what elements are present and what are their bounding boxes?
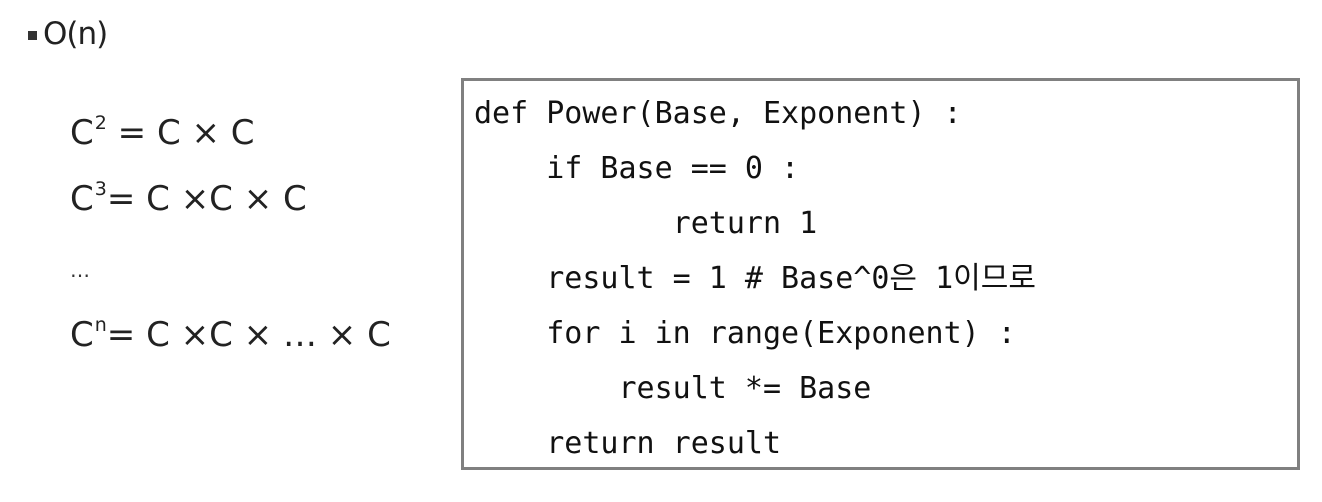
heading-text: O(n) (43, 16, 108, 52)
equation-c-cubed: C3= C ×C × C (70, 179, 307, 219)
code-line-return-result: return result (474, 426, 782, 461)
code-line-return-one: return 1 (474, 206, 818, 241)
equation-exponent: 3 (94, 178, 107, 200)
code-block: def Power(Base, Exponent) : if Base == 0… (461, 78, 1300, 470)
equation-c-squared: C2 = C × C (70, 113, 255, 153)
equation-exponent: n (94, 314, 107, 336)
equation-base: C (70, 315, 94, 355)
equation-c-n: Cn= C ×C × … × C (70, 315, 391, 355)
equation-rhs: = C ×C × C (106, 179, 307, 219)
equation-base: C (70, 179, 94, 219)
square-bullet-icon (28, 30, 37, 40)
code-line-for: for i in range(Exponent) : (474, 316, 1016, 351)
equation-ellipsis: … (70, 258, 91, 282)
code-line-result-init: result = 1 # Base^0은 1이므로 (474, 261, 1036, 296)
code-line-def: def Power(Base, Exponent) : (474, 96, 962, 131)
equation-base: C (70, 113, 94, 153)
equation-rhs: = C ×C × … × C (106, 315, 391, 355)
code-line-multiply: result *= Base (474, 371, 872, 406)
code-line-if: if Base == 0 : (474, 151, 800, 186)
equation-exponent: 2 (94, 112, 107, 134)
equation-rhs: = C × C (106, 113, 255, 153)
slide-heading: O(n) (28, 16, 108, 52)
